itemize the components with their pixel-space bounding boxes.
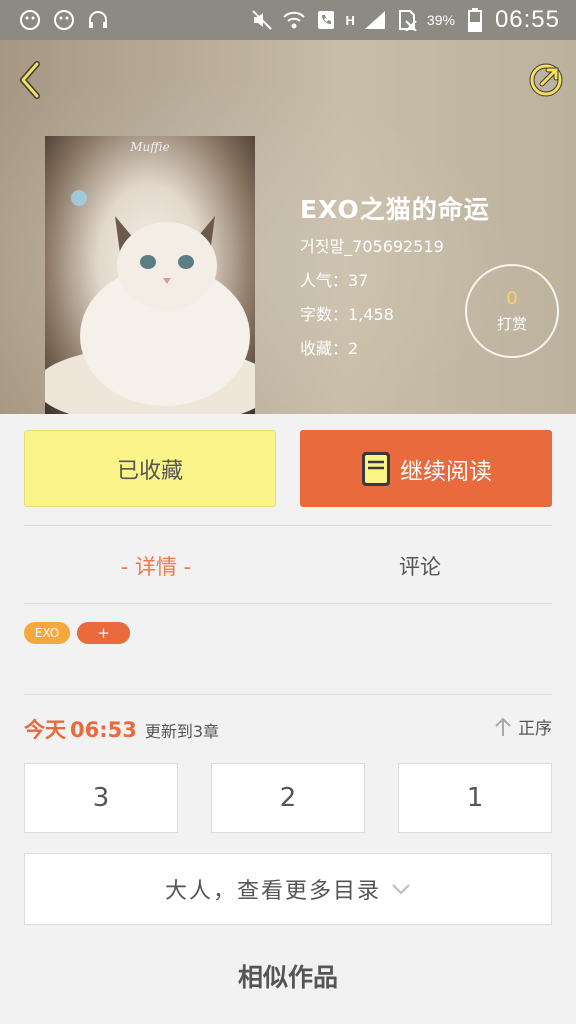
- chapter-button[interactable]: 3: [24, 763, 178, 833]
- add-tag-button[interactable]: +: [77, 622, 130, 644]
- favorited-button[interactable]: 已收藏: [24, 430, 276, 507]
- chapter-button[interactable]: 2: [211, 763, 365, 833]
- mute-icon: [250, 8, 274, 32]
- continue-reading-button[interactable]: 继续阅读: [300, 430, 552, 507]
- app-notification-icon: [18, 8, 42, 32]
- more-catalog-label: 大人，查看更多目录: [164, 879, 381, 904]
- book-popularity: 人气：37: [300, 271, 369, 290]
- book-header: Muffie EXO之猫的命运 거짓말_705692519 人气：37 字数：1…: [0, 40, 576, 414]
- update-info: 今天 06:53 更新到3章: [24, 714, 219, 744]
- sort-order-label: 正序: [518, 719, 552, 739]
- tag-exo[interactable]: EXO: [24, 622, 70, 644]
- book-icon: [362, 451, 390, 486]
- signal-icon: [363, 8, 387, 32]
- tip-label: 打赏: [496, 315, 527, 333]
- cover-watermark: Muffie: [130, 140, 170, 154]
- tip-count: 0: [506, 288, 518, 309]
- more-catalog-button[interactable]: 大人，查看更多目录: [24, 853, 552, 925]
- share-icon: [529, 63, 563, 97]
- divider: [24, 694, 552, 695]
- headphones-icon: [86, 8, 110, 32]
- sort-order-button[interactable]: 正序: [494, 714, 552, 739]
- book-favorites: 收藏：2: [300, 339, 359, 358]
- clock: 06:55: [494, 6, 560, 33]
- tab-comment[interactable]: 评论: [288, 544, 552, 588]
- divider: [24, 525, 552, 526]
- battery-icon: [463, 8, 487, 32]
- chapter-button[interactable]: 1: [398, 763, 552, 833]
- book-author: 거짓말_705692519: [300, 237, 444, 256]
- book-cover-image: Muffie: [45, 136, 255, 414]
- update-time: 06:53: [70, 718, 137, 742]
- no-sim-icon: [395, 8, 419, 32]
- cat-photo: [45, 190, 255, 414]
- continue-reading-label: 继续阅读: [400, 458, 492, 485]
- share-button[interactable]: [524, 58, 568, 102]
- chevron-left-icon: [20, 61, 40, 99]
- phone-icon: [314, 8, 338, 32]
- similar-works-heading: 相似作品: [237, 963, 338, 992]
- update-text: 更新到3章: [144, 722, 220, 741]
- update-day: 今天: [24, 718, 66, 742]
- back-button[interactable]: [8, 58, 52, 102]
- network-type: H: [345, 12, 355, 28]
- chevron-down-icon: [392, 884, 410, 895]
- battery-percent: 39%: [426, 12, 455, 28]
- book-word-count: 字数：1,458: [300, 305, 394, 324]
- tip-button[interactable]: 0 打赏: [465, 264, 559, 358]
- book-title: EXO之猫的命运: [300, 195, 490, 224]
- tab-detail[interactable]: - 详情 -: [24, 544, 288, 588]
- wifi-icon: [282, 8, 306, 32]
- app-notification-icon: [52, 8, 76, 32]
- status-bar: H 39% 06:55: [0, 0, 576, 40]
- arrow-up-icon: [495, 717, 511, 736]
- divider: [24, 603, 552, 604]
